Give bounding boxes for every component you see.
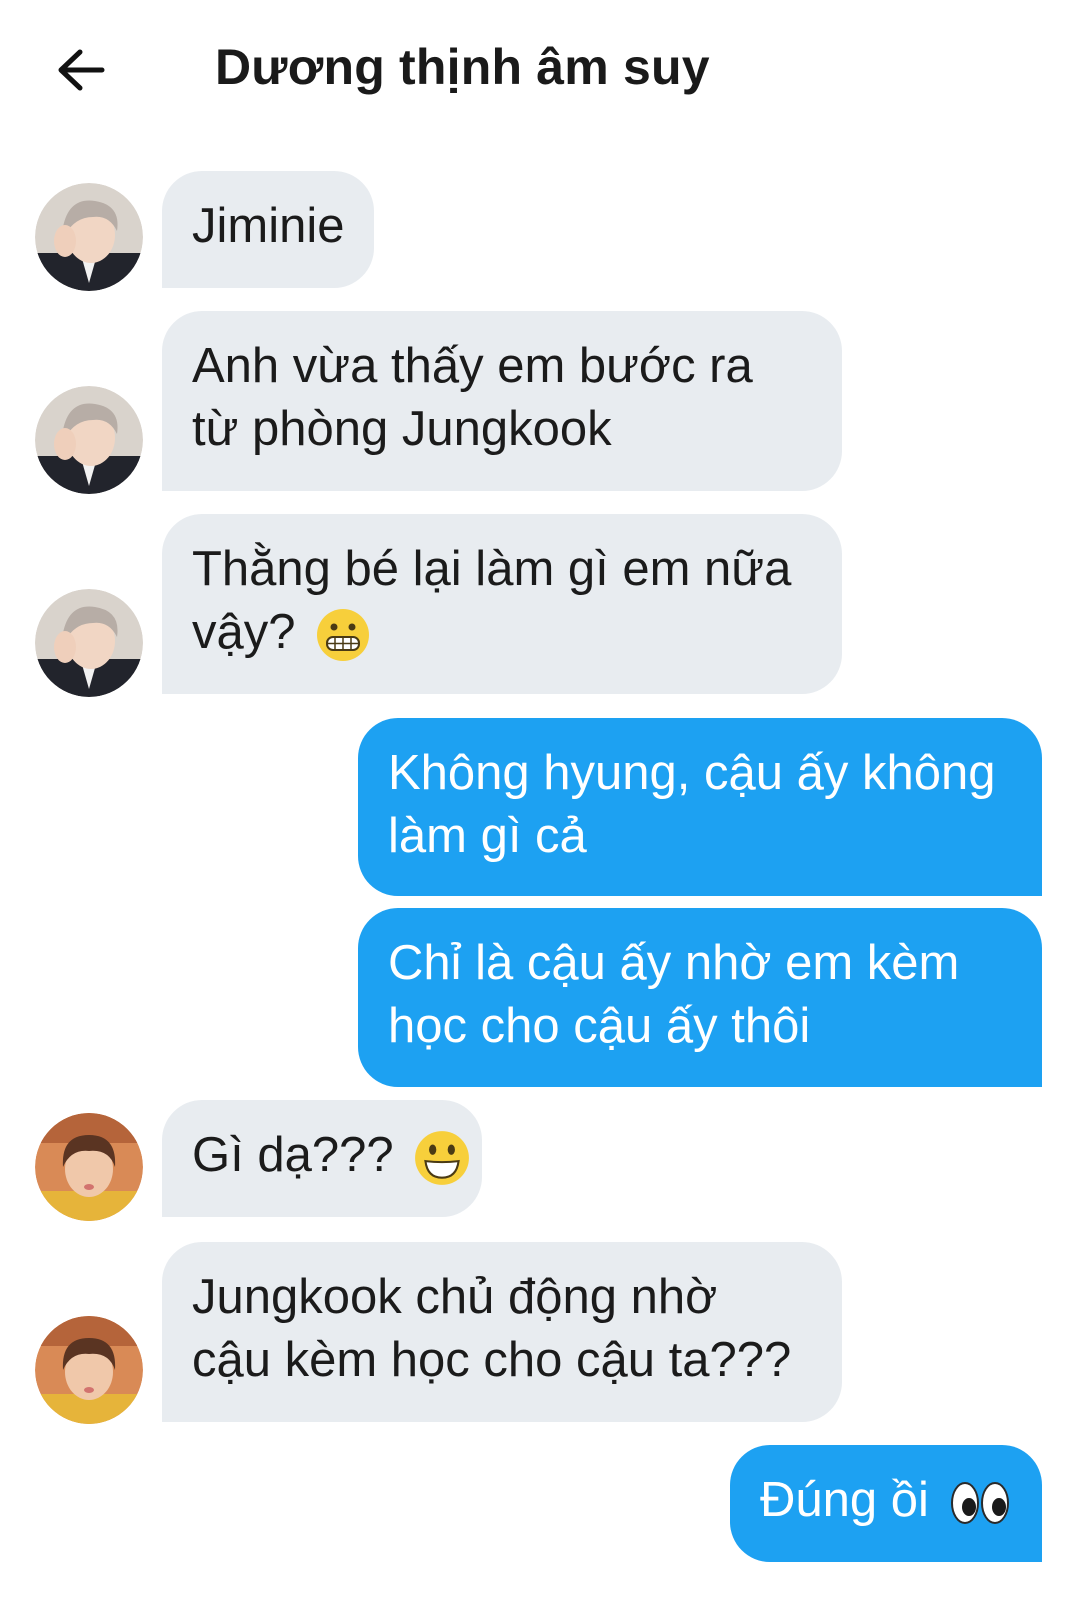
message-text: Jiminie — [192, 199, 345, 253]
avatar-photo-brown-hair — [35, 1113, 143, 1221]
arrow-left-icon — [58, 49, 105, 91]
message-text-line: Không hyung, cậu ấy không — [388, 746, 996, 800]
avatar-photo-gray-hair — [35, 183, 143, 291]
message-bubble-incoming[interactable]: Jiminie — [162, 171, 375, 288]
message-text-line: Jungkook chủ động nhờ — [192, 1270, 718, 1324]
message-bubble-outgoing[interactable]: Chỉ là cậu ấy nhờ em kèm học cho cậu ấy … — [358, 908, 1042, 1087]
avatar[interactable] — [35, 1316, 143, 1424]
message-text: vậy? — [192, 605, 296, 659]
avatar[interactable] — [35, 183, 143, 291]
message-text-line: làm gì cả — [388, 809, 587, 863]
chat-header: Dương thịnh âm suy — [0, 0, 1080, 140]
back-button[interactable] — [50, 40, 114, 104]
message-bubble-outgoing[interactable]: Không hyung, cậu ấy không làm gì cả — [358, 718, 1042, 896]
message-text-line: từ phòng Jungkook — [192, 402, 612, 456]
avatar-photo-brown-hair — [35, 1316, 143, 1424]
avatar-photo-gray-hair — [35, 589, 143, 697]
message-bubble-incoming[interactable]: Jungkook chủ động nhờ cậu kèm học cho cậ… — [162, 1242, 842, 1422]
message-bubble-incoming[interactable]: Thằng bé lại làm gì em nữa vậy? — [162, 514, 842, 694]
avatar[interactable] — [35, 386, 143, 494]
message-text-line: cậu kèm học cho cậu ta??? — [192, 1333, 792, 1387]
message-text-line: Thằng bé lại làm gì em nữa — [192, 542, 792, 596]
message-text-line: học cho cậu ấy thôi — [388, 999, 811, 1053]
message-text-line: Anh vừa thấy em bước ra — [192, 339, 753, 393]
grimacing-face-emoji — [317, 609, 370, 662]
message-bubble-outgoing[interactable]: Đúng ồi — [730, 1445, 1042, 1562]
message-text: Đúng ồi — [760, 1473, 929, 1527]
message-bubble-incoming[interactable]: Gì dạ??? — [162, 1100, 482, 1217]
conversation-title: Dương thịnh âm suy — [215, 39, 710, 95]
grinning-face-emoji — [415, 1131, 470, 1185]
message-text-line: vậy? — [192, 601, 812, 664]
message-text-line: Chỉ là cậu ấy nhờ em kèm — [388, 936, 960, 990]
avatar[interactable] — [35, 589, 143, 697]
message-text: Gì dạ??? — [192, 1128, 394, 1182]
avatar-photo-gray-hair — [35, 386, 143, 494]
avatar[interactable] — [35, 1113, 143, 1221]
message-bubble-incoming[interactable]: Anh vừa thấy em bước ra từ phòng Jungkoo… — [162, 311, 842, 491]
eyes-emoji — [950, 1482, 1009, 1525]
